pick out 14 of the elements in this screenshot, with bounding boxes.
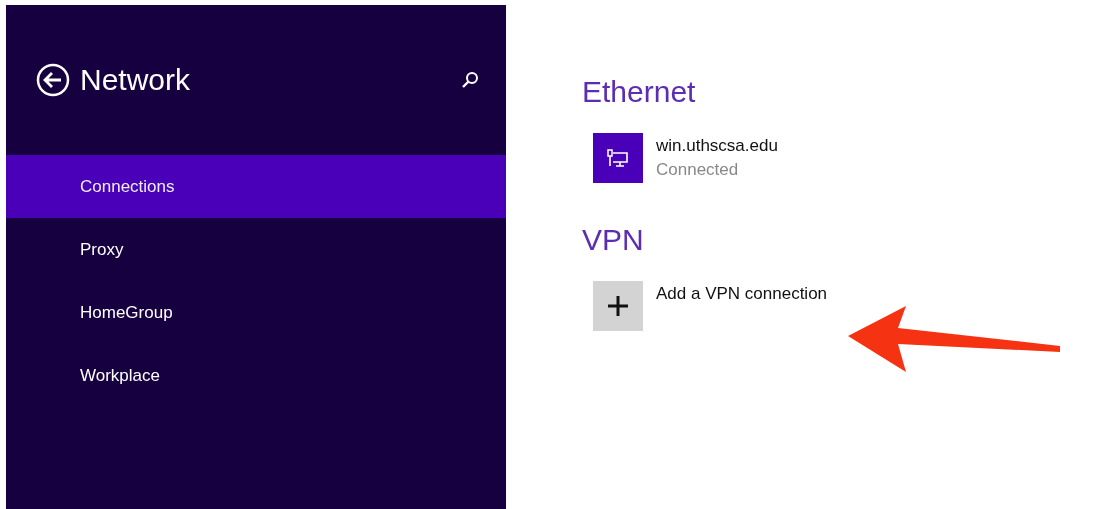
nav-item[interactable]: HomeGroup: [6, 281, 506, 344]
nav-item[interactable]: Proxy: [6, 218, 506, 281]
connection-status: Connected: [656, 160, 740, 180]
section-heading: Ethernet: [582, 75, 697, 109]
back-icon[interactable]: [36, 63, 70, 97]
search-icon[interactable]: [460, 70, 480, 90]
section-heading: VPN: [582, 223, 645, 257]
page-title: Network: [80, 63, 192, 97]
network-icon[interactable]: [593, 133, 643, 183]
add-vpn-link[interactable]: Add a VPN connection: [656, 284, 828, 304]
nav-item[interactable]: Workplace: [6, 344, 506, 407]
connection-name: win.uthscsa.edu: [656, 136, 778, 156]
nav-item[interactable]: Connections: [6, 155, 506, 218]
plus-icon[interactable]: [593, 281, 643, 331]
